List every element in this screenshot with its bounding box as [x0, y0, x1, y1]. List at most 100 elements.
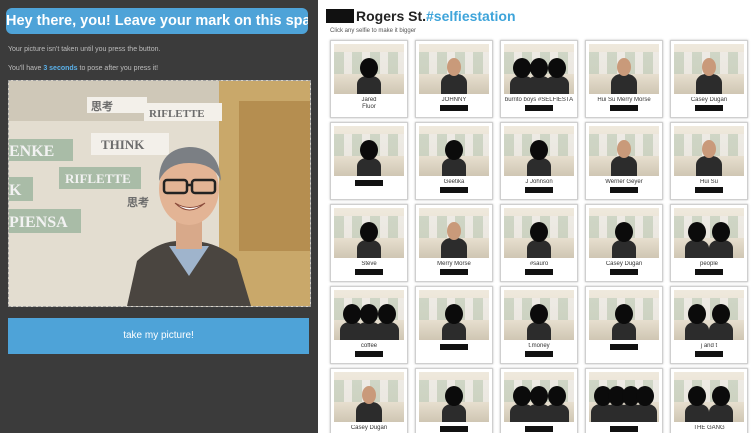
redacted-face [547, 386, 566, 406]
selfie-caption: t.money [528, 343, 550, 349]
redacted-face [512, 386, 531, 406]
redacted-name-bar [355, 180, 383, 186]
selfie-card[interactable]: j and t [670, 286, 748, 364]
redacted-name-bar [440, 105, 468, 111]
selfie-card[interactable]: Casey Dugan [330, 368, 408, 433]
selfie-thumbnail [419, 126, 489, 176]
redacted-face [342, 304, 361, 324]
redacted-face [711, 304, 730, 324]
selfie-caption: Steve [361, 261, 377, 267]
selfie-thumbnail [334, 126, 404, 176]
person-body [527, 240, 551, 258]
redacted-face [360, 140, 378, 160]
person-face [362, 386, 376, 404]
selfie-caption: coffee [360, 343, 378, 349]
person-body [357, 76, 381, 94]
person-body [696, 156, 722, 176]
redacted-name-bar [440, 426, 468, 432]
selfie-card[interactable] [585, 368, 663, 433]
redacted-face [530, 58, 548, 78]
person-body [544, 76, 569, 94]
wall-word-4: THINK [101, 137, 145, 152]
person-body [611, 74, 637, 94]
selfie-card[interactable] [415, 368, 493, 433]
selfie-caption: Werner Geyer [605, 179, 643, 185]
selfie-card[interactable]: Casey Dugan [670, 40, 748, 118]
person-body [612, 322, 636, 340]
countdown-info-suffix: to pose after you press it! [77, 65, 159, 72]
redacted-face [360, 58, 378, 78]
selfie-card[interactable]: THE GANG [670, 368, 748, 433]
person-body [708, 240, 733, 258]
selfie-thumbnail [334, 372, 404, 422]
redacted-face [445, 386, 463, 406]
selfie-card[interactable]: coffee [330, 286, 408, 364]
thumbnail-wall-words [674, 380, 744, 402]
thumbnail-wall-words [674, 298, 744, 320]
redacted-face [360, 222, 378, 242]
redacted-name-bar [525, 426, 553, 432]
countdown-info-text: You'll have 3 seconds to pose after you … [8, 65, 158, 72]
wall-word-6: K [9, 182, 22, 199]
person-body [527, 158, 551, 176]
redacted-face [547, 58, 566, 78]
selfie-card[interactable]: people [670, 204, 748, 282]
redacted-name-bar [695, 187, 723, 193]
selfie-card[interactable]: burrito boys #SELFIESTA [500, 40, 578, 118]
selfie-card[interactable]: JOHNNY [415, 40, 493, 118]
selfie-card[interactable]: Geetika [415, 122, 493, 200]
selfie-card[interactable] [585, 286, 663, 364]
person-body [441, 238, 467, 258]
person-body [611, 156, 637, 176]
selfie-card[interactable]: Steve [330, 204, 408, 282]
selfie-card[interactable] [330, 122, 408, 200]
camera-preview: 思考 RIFLETTE ENKE THINK TA K RIFLETTE PIE… [8, 80, 311, 307]
person-body [374, 322, 399, 340]
selfie-thumbnail [419, 44, 489, 94]
selfie-thumbnail [589, 208, 659, 258]
redacted-face [530, 140, 548, 160]
selfie-thumbnail [589, 372, 659, 422]
selfie-card[interactable]: Casey Dugan [585, 204, 663, 282]
selfie-thumbnail [334, 208, 404, 258]
redacted-name-bar [695, 351, 723, 357]
wall-word-1: 思考 [91, 99, 113, 113]
selfie-card[interactable]: J Johnson [500, 122, 578, 200]
selfie-thumbnail [504, 372, 574, 422]
selfie-thumbnail [589, 290, 659, 340]
person-body [708, 404, 733, 422]
redacted-face [615, 304, 633, 324]
selfie-card[interactable]: t.money [500, 286, 578, 364]
redacted-face [530, 386, 548, 406]
take-picture-button[interactable]: take my picture! [8, 318, 309, 354]
redacted-name-bar [525, 269, 553, 275]
selfie-thumbnail [419, 208, 489, 258]
wall-word-3: ENKE [9, 143, 54, 160]
redacted-face [530, 222, 548, 242]
selfie-card[interactable]: Werner Geyer [585, 122, 663, 200]
selfie-card[interactable] [500, 368, 578, 433]
selfie-card[interactable]: #sauro [500, 204, 578, 282]
welcome-banner: Hey there, you! Leave your mark on this … [6, 8, 308, 34]
selfie-caption: burrito boys #SELFIESTA [504, 97, 574, 103]
wall-word-9: 思考 [127, 195, 149, 209]
redacted-name-bar [355, 351, 383, 357]
person-body [612, 240, 636, 258]
selfie-card[interactable]: Hui Su Merry Morse [585, 40, 663, 118]
person-face [702, 140, 716, 158]
selfie-thumbnail [334, 290, 404, 340]
selfie-thumbnail [504, 44, 574, 94]
person-face [617, 140, 631, 158]
selfie-card[interactable]: Jared Fluor [330, 40, 408, 118]
person-body [685, 322, 710, 340]
selfie-thumbnail [589, 126, 659, 176]
redacted-name-bar [440, 344, 468, 350]
selfie-thumbnail [334, 44, 404, 94]
selfie-thumbnail [504, 126, 574, 176]
selfie-card[interactable]: Hui Su [670, 122, 748, 200]
redacted-name-bar [610, 187, 638, 193]
selfie-card[interactable]: Merry Morse [415, 204, 493, 282]
selfie-caption: Hui Su [699, 179, 718, 185]
redacted-face [711, 386, 730, 406]
selfie-card[interactable] [415, 286, 493, 364]
